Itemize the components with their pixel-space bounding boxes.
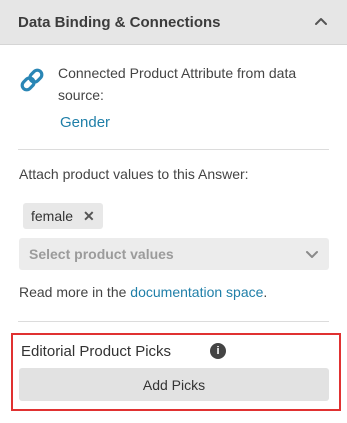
read-more-suffix: . (263, 284, 268, 300)
panel-header[interactable]: Data Binding & Connections (0, 0, 347, 45)
chip-label: female (31, 208, 74, 224)
link-icon (18, 66, 46, 94)
info-icon[interactable]: i (210, 343, 226, 359)
product-values-select[interactable]: Select product values (19, 238, 329, 270)
chevron-up-icon[interactable] (313, 14, 329, 30)
read-more-text: Read more in the documentation space. (19, 284, 267, 300)
read-more-prefix: Read more in the (19, 284, 131, 300)
editorial-picks-title: Editorial Product Picks (21, 343, 172, 360)
close-icon[interactable]: ✕ (83, 208, 95, 225)
documentation-link[interactable]: documentation space (130, 284, 263, 300)
value-chip-female: female ✕ (23, 203, 103, 229)
connection-description: Connected Product Attribute from data so… (58, 65, 297, 103)
panel-title: Data Binding & Connections (18, 13, 221, 31)
chevron-down-icon (305, 247, 319, 261)
select-placeholder: Select product values (29, 246, 174, 262)
divider (18, 321, 329, 322)
editorial-picks-section: Editorial Product Picks i Add Picks (11, 333, 341, 411)
attach-label: Attach product values to this Answer: (19, 166, 249, 182)
add-picks-button[interactable]: Add Picks (19, 368, 329, 401)
connected-attribute-link[interactable]: Gender (60, 114, 110, 131)
divider (18, 149, 329, 150)
